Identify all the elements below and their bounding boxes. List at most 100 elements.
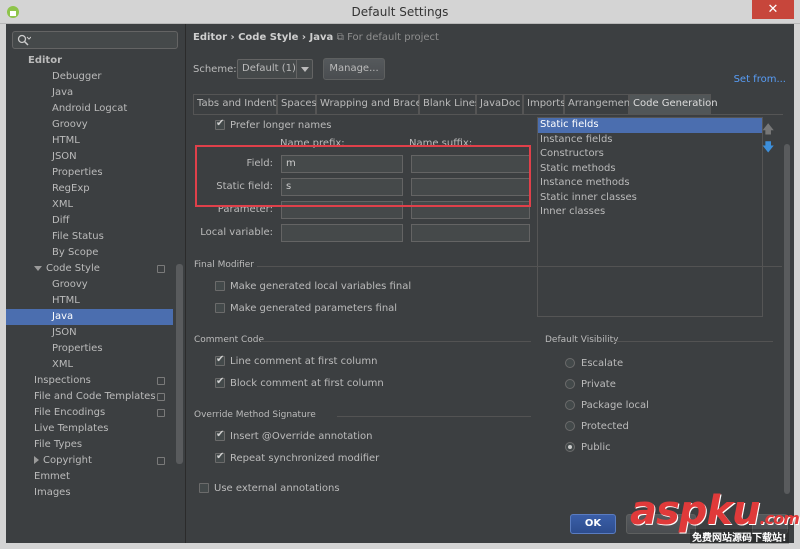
name-prefix-input[interactable] (281, 224, 403, 242)
sidebar-item-live-templates[interactable]: Live Templates (6, 421, 173, 437)
sidebar-item-html[interactable]: HTML (6, 293, 173, 309)
tab-arrangement[interactable]: Arrangement (564, 94, 634, 114)
visibility-radio-public[interactable] (565, 442, 575, 452)
prefer-longer-checkbox[interactable] (215, 118, 225, 130)
project-copy-icon (157, 377, 165, 385)
sidebar-item-label: Images (34, 487, 71, 498)
sidebar-item-file-status[interactable]: File Status (6, 229, 173, 245)
sidebar-item-inspections[interactable]: Inspections (6, 373, 173, 389)
sidebar-item-label: Debugger (52, 71, 102, 82)
content-scrollbar[interactable] (783, 114, 791, 514)
project-copy-icon (157, 409, 165, 417)
visibility-label: Escalate (581, 358, 624, 369)
manage-button[interactable]: Manage... (323, 58, 385, 80)
list-item[interactable]: Constructors (538, 147, 762, 162)
section-divider (613, 341, 773, 342)
sidebar-item-groovy[interactable]: Groovy (6, 117, 173, 133)
tab-wrapping-and-braces[interactable]: Wrapping and Braces (316, 94, 427, 114)
name-suffix-input[interactable] (411, 224, 530, 242)
list-item[interactable]: Inner classes (538, 205, 762, 220)
scheme-label: Scheme: (193, 64, 237, 75)
sidebar-item-properties[interactable]: Properties (6, 165, 173, 181)
section-divider (261, 341, 531, 342)
sidebar-item-label: File Encodings (34, 407, 106, 418)
external-annotations-checkbox[interactable] (199, 483, 209, 493)
scrollbar-thumb[interactable] (784, 144, 790, 494)
prefer-longer-label: Prefer longer names (230, 120, 332, 131)
sidebar-item-label: By Scope (52, 247, 99, 258)
tab-spaces[interactable]: Spaces (277, 94, 317, 114)
final-params-checkbox[interactable] (215, 303, 225, 313)
move-down-icon[interactable]: 🡇 (762, 138, 774, 159)
visibility-radio-protected[interactable] (565, 421, 575, 431)
sidebar-item-label: File Types (34, 439, 83, 450)
sidebar-scrollbar[interactable] (176, 264, 183, 464)
sidebar-item-json[interactable]: JSON (6, 149, 173, 165)
chevron-right-icon[interactable] (34, 456, 39, 464)
line-comment-checkbox[interactable] (215, 354, 225, 366)
sidebar-item-by-scope[interactable]: By Scope (6, 245, 173, 261)
sidebar-item-images[interactable]: Images (6, 485, 173, 501)
list-item[interactable]: Static fields (538, 118, 762, 133)
set-from-link[interactable]: Set from... (734, 74, 786, 85)
tab-strip: Tabs and Indents Spaces Wrapping and Brace… (193, 94, 793, 114)
sidebar-item-file-and-code-templates[interactable]: File and Code Templates (6, 389, 173, 405)
visibility-label: Private (581, 379, 616, 390)
sidebar-item-properties[interactable]: Properties (6, 341, 173, 357)
search-input[interactable] (12, 31, 178, 49)
sidebar-item-xml[interactable]: XML (6, 197, 173, 213)
sidebar-item-file-encodings[interactable]: File Encodings (6, 405, 173, 421)
sidebar-item-label: Editor (28, 55, 62, 66)
scheme-dropdown[interactable]: Default (1) (237, 59, 313, 79)
tab-tabs-and-indents[interactable]: Tabs and Indents (193, 94, 282, 114)
repeat-synchronized-checkbox[interactable] (215, 451, 225, 463)
window-frame-bottom (0, 543, 800, 549)
visibility-radio-private[interactable] (565, 379, 575, 389)
sidebar-item-regexp[interactable]: RegExp (6, 181, 173, 197)
sidebar-item-diff[interactable]: Diff (6, 213, 173, 229)
sidebar-item-android-logcat[interactable]: Android Logcat (6, 101, 173, 117)
list-item[interactable]: Instance methods (538, 176, 762, 191)
sidebar-item-label: Groovy (52, 119, 88, 130)
sidebar-item-java[interactable]: Java (6, 85, 173, 101)
tab-javadoc[interactable]: JavaDoc (476, 94, 523, 114)
sidebar-item-label: Copyright (43, 455, 92, 466)
list-item[interactable]: Static inner classes (538, 191, 762, 206)
sidebar-item-file-types[interactable]: File Types (6, 437, 173, 453)
sidebar-item-label: Android Logcat (52, 103, 128, 114)
list-item[interactable]: Static methods (538, 162, 762, 177)
sidebar-item-xml[interactable]: XML (6, 357, 173, 373)
sidebar-item-json[interactable]: JSON (6, 325, 173, 341)
final-locals-checkbox[interactable] (215, 281, 225, 291)
sidebar-item-copyright[interactable]: Copyright (6, 453, 173, 469)
scope-icon: ⧉ (336, 32, 344, 43)
visibility-label: Protected (581, 421, 629, 432)
insert-override-checkbox[interactable] (215, 429, 225, 441)
ok-button[interactable]: OK (570, 514, 616, 534)
breadcrumb: Editor › Code Style › Java ⧉ For default… (193, 32, 439, 43)
visibility-radio-escalate[interactable] (565, 358, 575, 368)
list-item[interactable]: Instance fields (538, 133, 762, 148)
tab-imports[interactable]: Imports (523, 94, 565, 114)
sidebar-item-java[interactable]: Java (6, 309, 173, 325)
sidebar-item-editor[interactable]: Editor (6, 53, 173, 69)
tab-blank-lines[interactable]: Blank Lines (419, 94, 480, 114)
sidebar-item-label: JSON (52, 327, 77, 338)
sidebar-item-groovy[interactable]: Groovy (6, 277, 173, 293)
sidebar-item-label: Emmet (34, 471, 70, 482)
close-button[interactable]: ✕ (752, 0, 794, 19)
sidebar-item-label: JSON (52, 151, 77, 162)
title-bar: Default Settings ✕ (0, 0, 800, 24)
sidebar-item-debugger[interactable]: Debugger (6, 69, 173, 85)
block-comment-checkbox[interactable] (215, 376, 225, 388)
chevron-down-icon[interactable] (34, 265, 42, 271)
sidebar-item-html[interactable]: HTML (6, 133, 173, 149)
sidebar-item-code-style[interactable]: Code Style (6, 261, 173, 277)
project-copy-icon (157, 393, 165, 401)
member-order-list[interactable]: Static fields Instance fields Constructors… (537, 117, 763, 317)
sidebar-item-emmet[interactable]: Emmet (6, 469, 173, 485)
tab-code-generation[interactable]: Code Generation (629, 94, 718, 114)
visibility-radio-package-local[interactable] (565, 400, 575, 410)
project-copy-icon (157, 265, 165, 273)
window-title: Default Settings (351, 5, 449, 19)
